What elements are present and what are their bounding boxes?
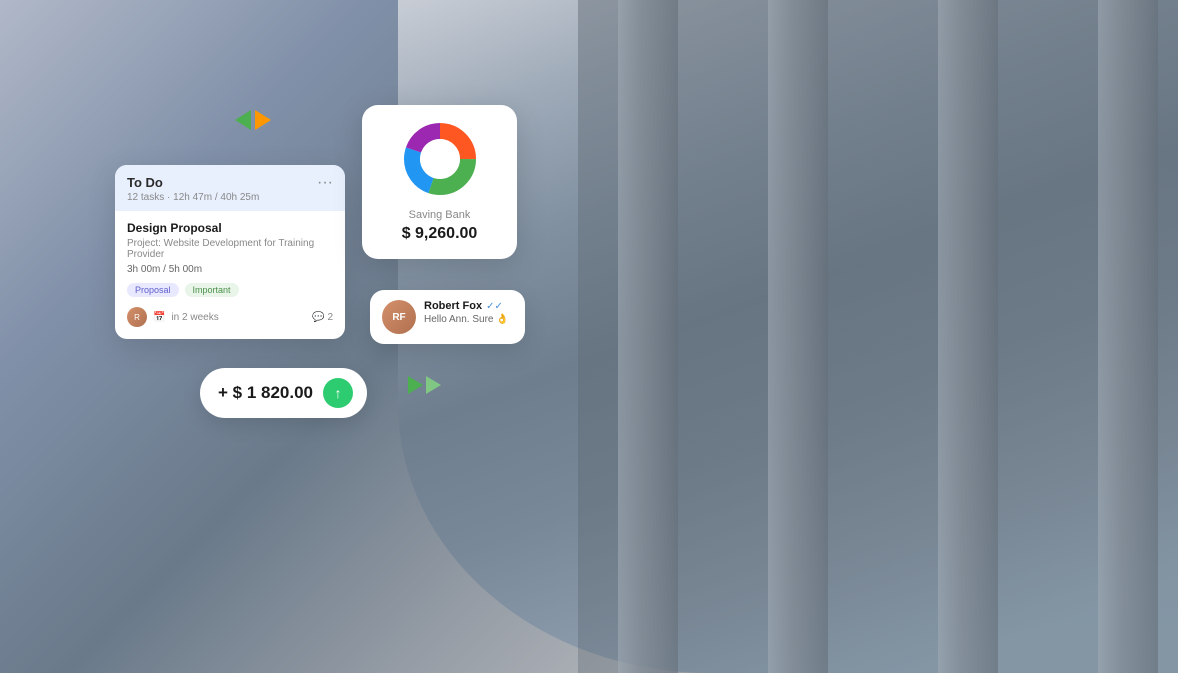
forward-arrow-icon-2 <box>426 376 441 394</box>
calendar-icon: 📅 <box>153 312 165 323</box>
amount-badge: + $ 1 820.00 ↑ <box>200 368 367 418</box>
bank-donut-chart <box>400 119 480 199</box>
tag-important: Important <box>185 283 239 297</box>
message-avatar: RF <box>382 300 416 334</box>
decorative-arrows-top <box>235 110 271 130</box>
read-receipt-icon: ✓✓ <box>486 301 503 312</box>
forward-arrow-icon-1 <box>408 376 423 394</box>
pillar-1 <box>618 0 678 673</box>
left-arrow-icon <box>235 110 251 130</box>
todo-card-body: Design Proposal Project: Website Develop… <box>115 211 345 339</box>
bank-label: Saving Bank <box>409 209 471 221</box>
decorative-arrows-mid <box>408 376 441 394</box>
task-comments-count: 💬 2 <box>312 312 333 323</box>
widgets-container: To Do 12 tasks · 12h 47m / 40h 25m ··· D… <box>0 0 560 673</box>
message-sender-name: Robert Fox <box>424 300 482 312</box>
pillar-3 <box>938 0 998 673</box>
todo-header-left: To Do 12 tasks · 12h 47m / 40h 25m <box>127 175 259 203</box>
amount-arrow-button[interactable]: ↑ <box>323 378 353 408</box>
task-due-date: in 2 weeks <box>171 312 218 323</box>
todo-options-button[interactable]: ··· <box>317 175 333 191</box>
todo-card-header: To Do 12 tasks · 12h 47m / 40h 25m ··· <box>115 165 345 211</box>
task-name: Design Proposal <box>127 221 333 235</box>
bank-amount: $ 9,260.00 <box>402 225 478 243</box>
todo-meta: 12 tasks · 12h 47m / 40h 25m <box>127 192 259 203</box>
tag-proposal: Proposal <box>127 283 179 297</box>
pillar-2 <box>768 0 828 673</box>
right-arrow-icon <box>255 110 271 130</box>
pillar-4 <box>1098 0 1158 673</box>
up-arrow-icon: ↑ <box>335 385 342 401</box>
message-text: Hello Ann. Sure 👌 <box>424 314 509 325</box>
todo-card: To Do 12 tasks · 12h 47m / 40h 25m ··· D… <box>115 165 345 339</box>
message-content: Robert Fox ✓✓ Hello Ann. Sure 👌 <box>424 300 509 325</box>
task-time: 3h 00m / 5h 00m <box>127 264 333 275</box>
todo-title: To Do <box>127 175 259 190</box>
task-tags: Proposal Important <box>127 283 333 297</box>
comment-icon: 💬 <box>312 312 324 323</box>
bank-card: Saving Bank $ 9,260.00 <box>362 105 517 259</box>
comments-number: 2 <box>327 312 333 323</box>
message-name-row: Robert Fox ✓✓ <box>424 300 509 312</box>
task-project: Project: Website Development for Trainin… <box>127 238 333 260</box>
amount-value: + $ 1 820.00 <box>218 383 313 403</box>
architectural-background <box>578 0 1178 673</box>
task-footer: R 📅 in 2 weeks 💬 2 <box>127 307 333 327</box>
task-assignee-avatar: R <box>127 307 147 327</box>
message-card[interactable]: RF Robert Fox ✓✓ Hello Ann. Sure 👌 <box>370 290 525 344</box>
avatar-inner: R <box>127 307 147 327</box>
